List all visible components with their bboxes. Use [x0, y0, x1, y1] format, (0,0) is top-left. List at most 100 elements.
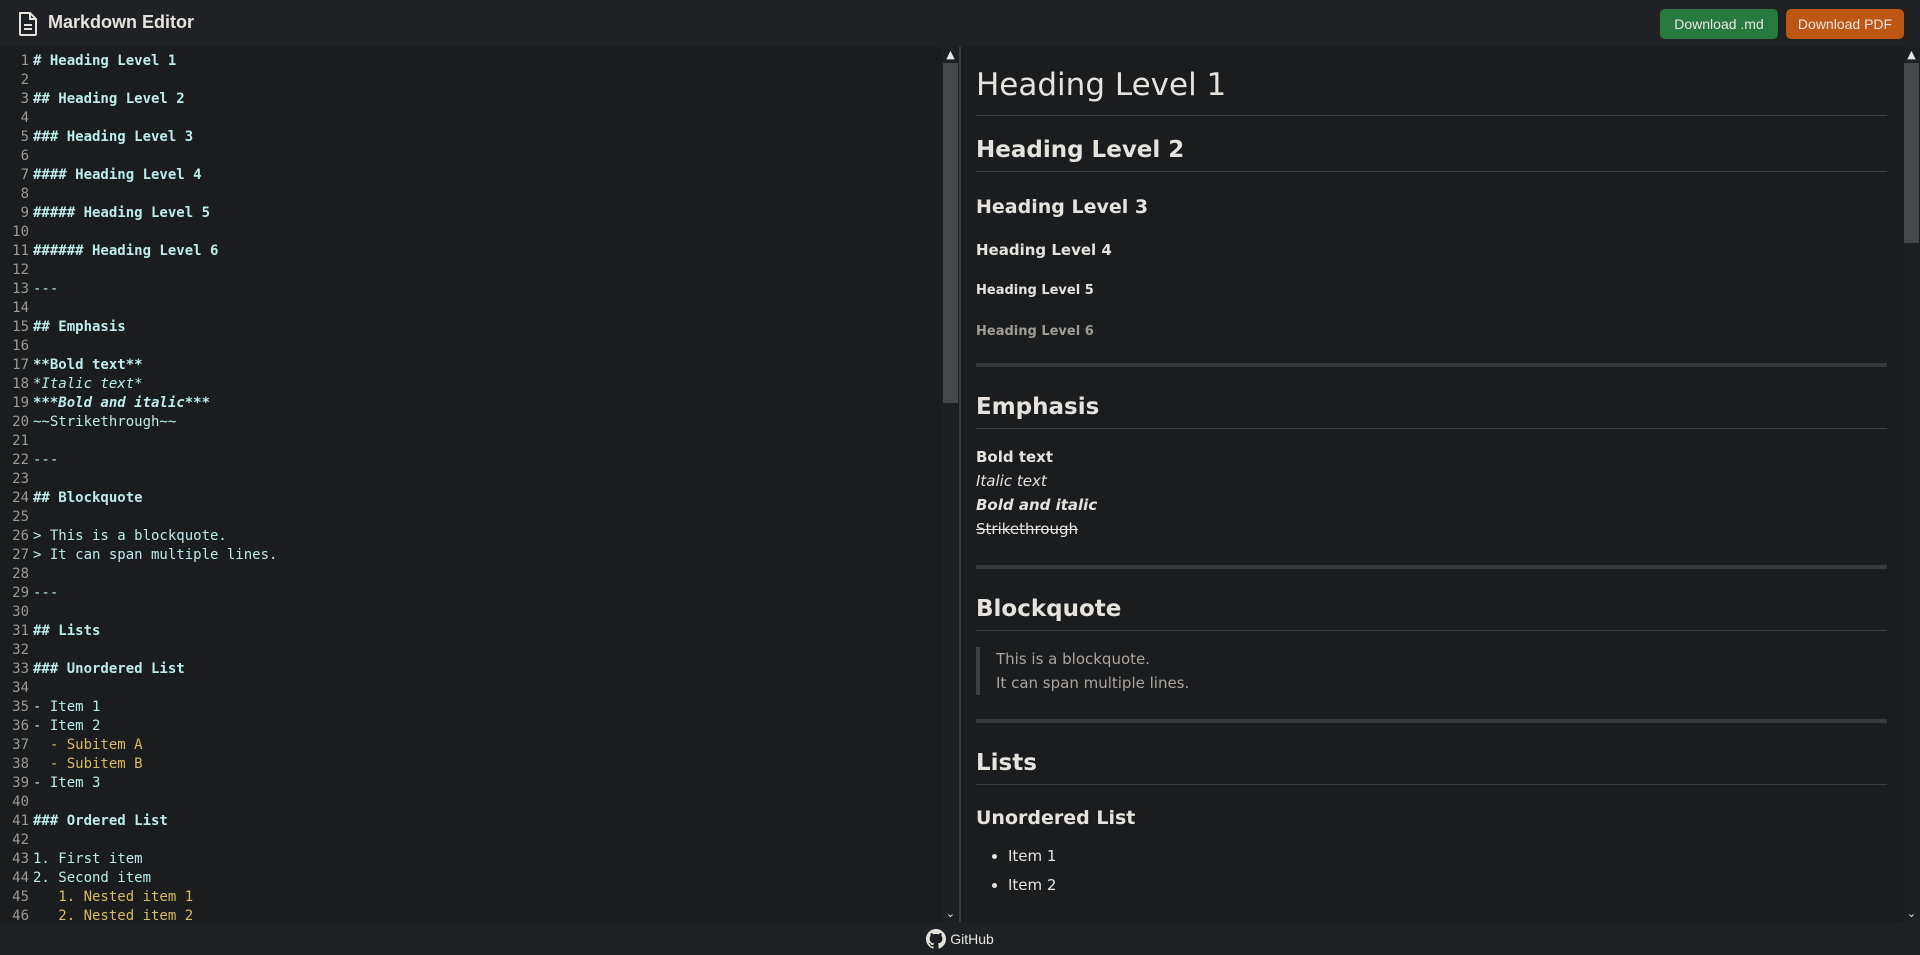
preview-emphasis-heading: Emphasis [976, 393, 1887, 429]
line-text: 2. Nested item 2 [33, 908, 194, 922]
scroll-up-icon[interactable]: ▲ [1903, 47, 1920, 63]
line-number: 17 [12, 357, 29, 373]
line-number: 40 [12, 794, 29, 810]
line-text: ### Ordered List [33, 813, 168, 829]
preview-h5: Heading Level 5 [976, 283, 1094, 299]
line-text: ~~Strikethrough~~ [33, 414, 177, 430]
editor-line[interactable]: 3 ## Heading Level 2 [0, 90, 942, 109]
editor-scroll-thumb[interactable] [943, 63, 958, 403]
editor-line[interactable]: 28 [0, 565, 942, 584]
line-number: 41 [12, 813, 29, 829]
line-number: 26 [12, 528, 29, 544]
preview-h4: Heading Level 4 [976, 241, 1112, 260]
markdown-editor[interactable]: 1 # Heading Level 1 2 3 ## Heading Level 245… [0, 47, 942, 922]
blockquote: This is a blockquote. It can span multip… [976, 646, 1887, 695]
editor-line[interactable]: 10 [0, 223, 942, 242]
horizontal-rule [976, 565, 1887, 569]
editor-line[interactable]: 17 **Bold text** [0, 356, 942, 375]
preview-h1: Heading Level 1 [976, 66, 1887, 116]
editor-line[interactable]: 26 > This is a blockquote. [0, 527, 942, 546]
preview-scrollbar[interactable]: ▲ ⌄ [1903, 47, 1920, 922]
download-pdf-button[interactable]: Download PDF [1786, 9, 1904, 39]
editor-line[interactable]: 36- Item 2 [0, 717, 942, 736]
editor-line[interactable]: 44 2. Second item [0, 869, 942, 888]
line-number: 30 [12, 604, 29, 620]
editor-line[interactable]: 8 [0, 185, 942, 204]
line-number: 33 [12, 661, 29, 677]
editor-line[interactable]: 27 > It can span multiple lines. [0, 546, 942, 565]
editor-line[interactable]: 11 ###### Heading Level 6 [0, 242, 942, 261]
editor-line[interactable]: 5 ### Heading Level 3 [0, 128, 942, 147]
editor-line[interactable]: 33 ### Unordered List [0, 660, 942, 679]
editor-line[interactable]: 6 [0, 147, 942, 166]
line-number: 34 [12, 680, 29, 696]
bold-italic-text: Bold and italic [976, 496, 1098, 514]
editor-scrollbar[interactable]: ▲ ⌄ [942, 47, 959, 922]
github-link[interactable]: GitHub [926, 928, 994, 949]
editor-line[interactable]: 24 ## Blockquote [0, 489, 942, 508]
download-md-button[interactable]: Download .md [1660, 9, 1778, 39]
line-number: 4 [20, 110, 29, 126]
line-number: 39 [12, 775, 29, 791]
editor-line[interactable]: 45 1. Nested item 1 [0, 888, 942, 907]
line-text: - Subitem A [33, 737, 143, 753]
editor-line[interactable]: 7 #### Heading Level 4 [0, 166, 942, 185]
editor-line[interactable]: 14 [0, 299, 942, 318]
scroll-down-icon[interactable]: ⌄ [942, 906, 959, 922]
line-number: 15 [12, 319, 29, 335]
line-number: 2 [20, 72, 29, 88]
editor-line[interactable]: 25 [0, 508, 942, 527]
editor-line[interactable]: 37 - Subitem A [0, 736, 942, 755]
line-text: ### Heading Level 3 [33, 129, 194, 145]
editor-line[interactable]: 1 # Heading Level 1 [0, 52, 942, 71]
editor-line[interactable]: 34 [0, 679, 942, 698]
line-number: 29 [12, 585, 29, 601]
line-number: 46 [12, 908, 29, 922]
line-text: #### Heading Level 4 [33, 167, 202, 183]
line-number: 27 [12, 547, 29, 563]
editor-line[interactable]: 38 - Subitem B [0, 755, 942, 774]
editor-line[interactable]: 2 [0, 71, 942, 90]
preview-unordered-heading: Unordered List [976, 806, 1136, 829]
line-text: --- [33, 585, 59, 601]
editor-line[interactable]: 13 --- [0, 280, 942, 299]
blockquote-line: This is a blockquote. [996, 649, 1151, 668]
editor-line[interactable]: 39- Item 3 [0, 774, 942, 793]
line-text: *Italic text* [33, 376, 143, 392]
editor-line[interactable]: 21 [0, 432, 942, 451]
line-text: # Heading Level 1 [33, 53, 177, 69]
editor-line[interactable]: 32 [0, 641, 942, 660]
editor-line[interactable]: 9 ##### Heading Level 5 [0, 204, 942, 223]
editor-line[interactable]: 46 2. Nested item 2 [0, 907, 942, 922]
scroll-down-icon[interactable]: ⌄ [1903, 906, 1920, 922]
editor-line[interactable]: 41 ### Ordered List [0, 812, 942, 831]
preview-blockquote-heading: Blockquote [976, 595, 1887, 631]
horizontal-rule [976, 718, 1887, 723]
preview-scroll-thumb[interactable] [1904, 63, 1919, 243]
editor-line[interactable]: 35- Item 1 [0, 698, 942, 717]
editor-line[interactable]: 30 [0, 603, 942, 622]
editor-line[interactable]: 4 [0, 109, 942, 128]
preview-h2: Heading Level 2 [976, 136, 1887, 172]
line-number: 14 [12, 300, 29, 316]
editor-line[interactable]: 43 1. First item [0, 850, 942, 869]
preview-h3: Heading Level 3 [976, 195, 1149, 218]
editor-line[interactable]: 31 ## Lists [0, 622, 942, 641]
editor-line[interactable]: 16 [0, 337, 942, 356]
editor-line[interactable]: 20 ~~Strikethrough~~ [0, 413, 942, 432]
list-item: Item 2 [1008, 871, 1887, 900]
editor-line[interactable]: 42 [0, 831, 942, 850]
line-number: 37 [12, 737, 29, 753]
editor-line[interactable]: 12 [0, 261, 942, 280]
editor-line[interactable]: 19 ***Bold and italic*** [0, 394, 942, 413]
scroll-up-icon[interactable]: ▲ [942, 47, 959, 63]
editor-line[interactable]: 29 --- [0, 584, 942, 603]
line-number: 42 [12, 832, 29, 848]
editor-line[interactable]: 40 [0, 793, 942, 812]
app-header: Markdown Editor Download .md Download PD… [0, 0, 1920, 47]
line-number: 8 [20, 186, 29, 202]
editor-line[interactable]: 23 [0, 470, 942, 489]
editor-line[interactable]: 18 *Italic text* [0, 375, 942, 394]
editor-line[interactable]: 22 --- [0, 451, 942, 470]
editor-line[interactable]: 15 ## Emphasis [0, 318, 942, 337]
